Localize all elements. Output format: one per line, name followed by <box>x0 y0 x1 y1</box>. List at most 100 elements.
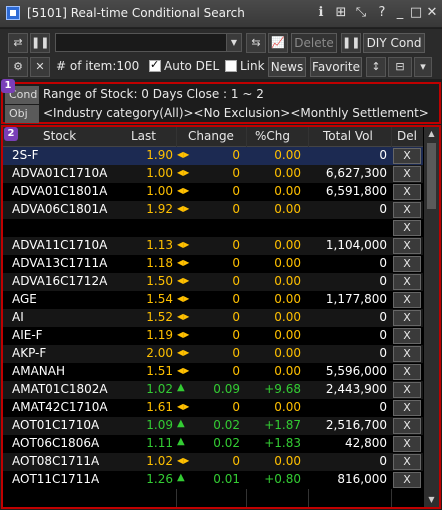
stock-name: AOT01C1710A <box>12 418 100 432</box>
news-button[interactable]: News <box>268 57 306 77</box>
delete-row-button[interactable]: X <box>393 310 421 326</box>
delete-row-button[interactable]: X <box>393 400 421 416</box>
gear-icon[interactable]: ⚙ <box>8 57 28 77</box>
table-row[interactable]: AOT06C1806A 1.11 ▲ 0.02 +1.83 42,800 X <box>3 435 423 453</box>
price-change: 0 <box>232 310 240 324</box>
last-price: 1.90 <box>146 148 173 162</box>
delete-row-button[interactable]: X <box>393 292 421 308</box>
up-arrow-icon: ▲ <box>177 472 185 483</box>
layout-icon[interactable]: ⊟ <box>388 57 412 77</box>
price-change: 0.02 <box>213 436 240 450</box>
scroll-down-icon[interactable]: ▼ <box>424 493 439 507</box>
up-arrow-icon: ▲ <box>177 436 185 447</box>
section-badge-1: 1 <box>1 79 15 93</box>
delete-row-button[interactable]: X <box>393 166 421 182</box>
condition-select[interactable]: ▼ <box>55 33 242 52</box>
chevron-down-icon[interactable]: ▼ <box>226 34 241 51</box>
favorite-button[interactable]: Favorite <box>310 57 362 77</box>
delete-row-button[interactable]: X <box>393 274 421 290</box>
help-icon[interactable]: ? <box>373 4 391 22</box>
table-row[interactable]: AOT01C1710A 1.09 ▲ 0.02 +1.87 2,516,700 X <box>3 417 423 435</box>
scroll-thumb[interactable] <box>427 143 436 209</box>
total-volume: 0 <box>379 346 387 360</box>
delete-row-button[interactable]: X <box>393 328 421 344</box>
last-price: 2.00 <box>146 346 173 360</box>
last-price: 1.52 <box>146 310 173 324</box>
pause-icon[interactable]: ❚❚ <box>30 33 50 53</box>
sort-icon[interactable]: ↕ <box>366 57 386 77</box>
total-volume: 1,104,000 <box>325 238 387 252</box>
header-stock[interactable]: Stock <box>43 129 76 143</box>
table-row[interactable]: ADVA01C1801A 1.00 ◀▶ 0 0.00 6,591,800 X <box>3 183 423 201</box>
percent-change: 0.00 <box>274 292 301 306</box>
scroll-up-icon[interactable]: ▲ <box>424 127 439 141</box>
table-row[interactable]: 2S-F 1.90 ◀▶ 0 0.00 0 X <box>3 147 423 165</box>
header-last[interactable]: Last <box>131 129 156 143</box>
table-row[interactable]: ADVA06C1801A 1.92 ◀▶ 0 0.00 0 X <box>3 201 423 219</box>
table-row[interactable]: AMANAH 1.51 ◀▶ 0 0.00 5,596,000 X <box>3 363 423 381</box>
transfer-icon[interactable]: ⇄ <box>8 33 28 53</box>
auto-del-label: Auto DEL <box>164 59 220 73</box>
pause-icon[interactable]: ❚❚ <box>341 33 361 53</box>
delete-row-button[interactable]: X <box>393 472 421 488</box>
resize-icon[interactable]: ⤡ <box>352 4 370 22</box>
table-row[interactable]: AI 1.52 ◀▶ 0 0.00 0 X <box>3 309 423 327</box>
table-row[interactable]: AOT08C1711A 1.02 ◀▶ 0 0.00 0 X <box>3 453 423 471</box>
chevron-down-icon[interactable]: ▾ <box>414 57 432 77</box>
delete-row-button[interactable]: X <box>393 184 421 200</box>
header-change[interactable]: Change <box>188 129 234 143</box>
percent-change: 0.00 <box>274 364 301 378</box>
unchanged-arrow-icon: ◀▶ <box>177 312 190 321</box>
stock-name: 2S-F <box>12 148 39 162</box>
percent-change: 0.00 <box>274 184 301 198</box>
delete-row-button[interactable]: X <box>393 346 421 362</box>
diy-cond-button[interactable]: DIY Cond <box>363 33 425 53</box>
delete-row-button[interactable]: X <box>393 148 421 164</box>
table-row[interactable]: ADVA16C1712A 1.50 ◀▶ 0 0.00 0 X <box>3 273 423 291</box>
total-volume: 0 <box>379 148 387 162</box>
table-row[interactable]: ADVA11C1710A 1.13 ◀▶ 0 0.00 1,104,000 X <box>3 237 423 255</box>
delete-row-button[interactable]: X <box>393 220 421 236</box>
close-x-icon[interactable]: ✕ <box>30 57 50 77</box>
link-icon[interactable]: ⊞ <box>332 4 350 22</box>
close-icon[interactable]: ✕ <box>423 4 441 22</box>
last-price: 1.11 <box>146 436 173 450</box>
price-change: 0 <box>232 454 240 468</box>
delete-row-button[interactable]: X <box>393 256 421 272</box>
unchanged-arrow-icon: ◀▶ <box>177 330 190 339</box>
price-change: 0 <box>232 274 240 288</box>
delete-row-button[interactable]: X <box>393 454 421 470</box>
refresh-icon[interactable]: ⇆ <box>246 33 266 53</box>
table-row[interactable]: ADVA13C1711A 1.18 ◀▶ 0 0.00 0 X <box>3 255 423 273</box>
table-row[interactable]: AGE 1.54 ◀▶ 0 0.00 1,177,800 X <box>3 291 423 309</box>
table-row[interactable]: AKP-F 2.00 ◀▶ 0 0.00 0 X <box>3 345 423 363</box>
link-checkbox[interactable] <box>225 60 237 72</box>
table-row[interactable]: AIE-F 1.19 ◀▶ 0 0.00 0 X <box>3 327 423 345</box>
price-change: 0 <box>232 292 240 306</box>
auto-del-checkbox[interactable] <box>149 58 161 72</box>
delete-row-button[interactable]: X <box>393 418 421 434</box>
app-icon <box>6 6 20 20</box>
table-row[interactable]: AMAT42C1710A 1.61 ◀▶ 0 0.00 0 X <box>3 399 423 417</box>
delete-row-button[interactable]: X <box>393 436 421 452</box>
price-change: 0.02 <box>213 418 240 432</box>
delete-button[interactable]: Delete <box>291 33 337 53</box>
vertical-scrollbar[interactable]: ▲ ▼ <box>424 127 439 507</box>
delete-row-button[interactable]: X <box>393 364 421 380</box>
header-pct-chg[interactable]: %Chg <box>255 129 290 143</box>
price-change: 0.01 <box>213 472 240 486</box>
chart-icon[interactable]: 📈 <box>268 33 288 53</box>
cond-text: Range of Stock: 0 Days Close : 1 ~ 2 <box>43 87 264 101</box>
delete-row-button[interactable]: X <box>393 202 421 218</box>
delete-row-button[interactable]: X <box>393 382 421 398</box>
info-icon[interactable]: ℹ <box>312 4 330 22</box>
delete-row-button[interactable]: X <box>393 238 421 254</box>
header-total-vol[interactable]: Total Vol <box>323 129 373 143</box>
table-row[interactable]: ADVA01C1710A 1.00 ◀▶ 0 0.00 6,627,300 X <box>3 165 423 183</box>
price-change: 0 <box>232 256 240 270</box>
price-change: 0 <box>232 328 240 342</box>
table-row[interactable]: AMAT01C1802A 1.02 ▲ 0.09 +9.68 2,443,900 X <box>3 381 423 399</box>
stock-name: ADVA06C1801A <box>12 202 108 216</box>
table-row[interactable]: AOT11C1711A 1.26 ▲ 0.01 +0.80 816,000 X <box>3 471 423 489</box>
table-row[interactable]: X <box>3 219 423 237</box>
